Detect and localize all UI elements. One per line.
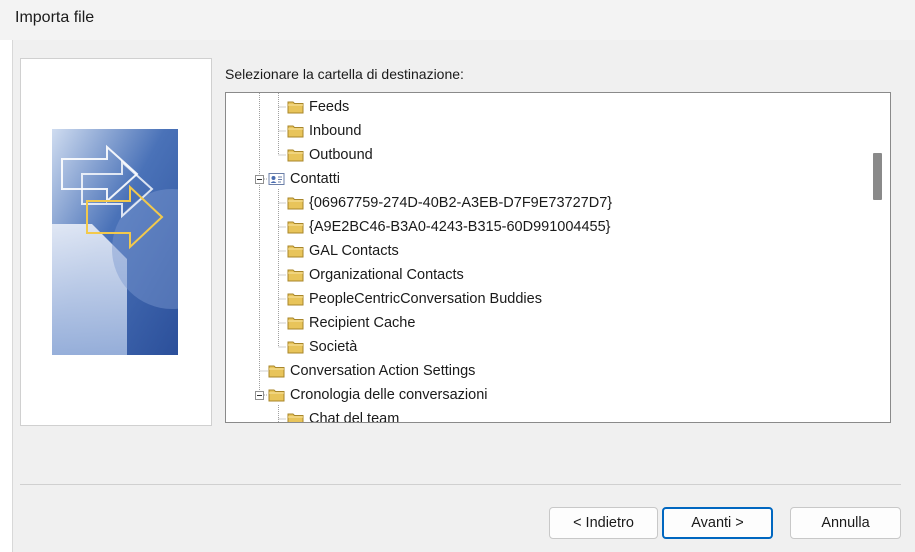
- tree-item-label: Organizational Contacts: [309, 267, 464, 283]
- tree-item-conversation-action-settings[interactable]: Conversation Action Settings: [268, 360, 475, 382]
- title-bar[interactable]: Importa file: [0, 0, 915, 40]
- folder-icon: [287, 245, 304, 258]
- tree-item-label: {06967759-274D-40B2-A3EB-D7F9E73727D7}: [309, 195, 613, 211]
- background-window-strip: a: [0, 24, 13, 552]
- back-button[interactable]: < Indietro: [549, 507, 658, 539]
- folder-icon: [268, 389, 285, 402]
- tree-item-label: {A9E2BC46-B3A0-4243-B315-60D991004455}: [309, 219, 611, 235]
- folder-icon: [287, 197, 304, 210]
- tree-item-chat-del-team[interactable]: Chat del team: [287, 408, 400, 423]
- tree-item-label: GAL Contacts: [309, 243, 399, 259]
- contacts-icon: [268, 173, 285, 185]
- import-arrows-graphic: [52, 129, 178, 355]
- tree-item-label: Chat del team: [309, 411, 400, 423]
- folder-icon: [268, 365, 285, 378]
- tree-item-outbound[interactable]: Outbound: [287, 144, 373, 166]
- tree-item-gal-contacts[interactable]: GAL Contacts: [287, 240, 399, 262]
- folder-icon: [287, 101, 304, 114]
- tree-item-label: Cronologia delle conversazioni: [290, 387, 488, 403]
- next-button[interactable]: Avanti >: [662, 507, 773, 539]
- tree-item-recipient-cache[interactable]: Recipient Cache: [287, 312, 415, 334]
- tree-item-feeds[interactable]: Feeds: [287, 96, 349, 118]
- folder-icon: [287, 413, 304, 422]
- folder-icon: [287, 293, 304, 306]
- tree-item-label: PeopleCentricConversation Buddies: [309, 291, 542, 307]
- cancel-button[interactable]: Annulla: [790, 507, 901, 539]
- tree-item-guid-06967759[interactable]: {06967759-274D-40B2-A3EB-D7F9E73727D7}: [287, 192, 612, 214]
- tree-item-label: Feeds: [309, 99, 350, 115]
- tree-item-label: Inbound: [309, 123, 362, 139]
- collapse-toggle-contatti[interactable]: [255, 175, 264, 184]
- scrollbar-thumb[interactable]: [873, 153, 882, 200]
- folder-icon: [287, 221, 304, 234]
- destination-folder-prompt: Selezionare la cartella di destinazione:: [225, 66, 464, 82]
- folder-tree[interactable]: Feeds Inbound Outbound Contatti {0696775…: [225, 92, 891, 423]
- tree-item-label: Società: [309, 339, 358, 355]
- tree-item-guid-a9e2bc46[interactable]: {A9E2BC46-B3A0-4243-B315-60D991004455}: [287, 216, 611, 238]
- tree-item-organizational-contacts[interactable]: Organizational Contacts: [287, 264, 464, 286]
- wizard-banner-image: [20, 58, 212, 426]
- folder-icon: [287, 269, 304, 282]
- import-file-dialog: a Importa file Sele: [0, 0, 915, 552]
- folder-icon: [287, 149, 304, 162]
- tree-item-inbound[interactable]: Inbound: [287, 120, 361, 142]
- tree-vertical-scrollbar[interactable]: [864, 93, 890, 422]
- collapse-toggle-cronologia[interactable]: [255, 391, 264, 400]
- footer-separator: [20, 484, 901, 485]
- tree-item-label: Contatti: [290, 171, 340, 187]
- tree-item-label: Outbound: [309, 147, 373, 163]
- tree-item-contatti[interactable]: Contatti: [268, 168, 340, 190]
- tree-item-cronologia-conversazioni[interactable]: Cronologia delle conversazioni: [268, 384, 487, 406]
- window-title: Importa file: [15, 9, 95, 26]
- folder-icon: [287, 125, 304, 138]
- folder-icon: [287, 341, 304, 354]
- tree-item-label: Conversation Action Settings: [290, 363, 476, 379]
- folder-icon: [287, 317, 304, 330]
- tree-item-societa[interactable]: Società: [287, 336, 357, 358]
- tree-item-label: Recipient Cache: [309, 315, 416, 331]
- tree-item-peoplecentric-buddies[interactable]: PeopleCentricConversation Buddies: [287, 288, 542, 310]
